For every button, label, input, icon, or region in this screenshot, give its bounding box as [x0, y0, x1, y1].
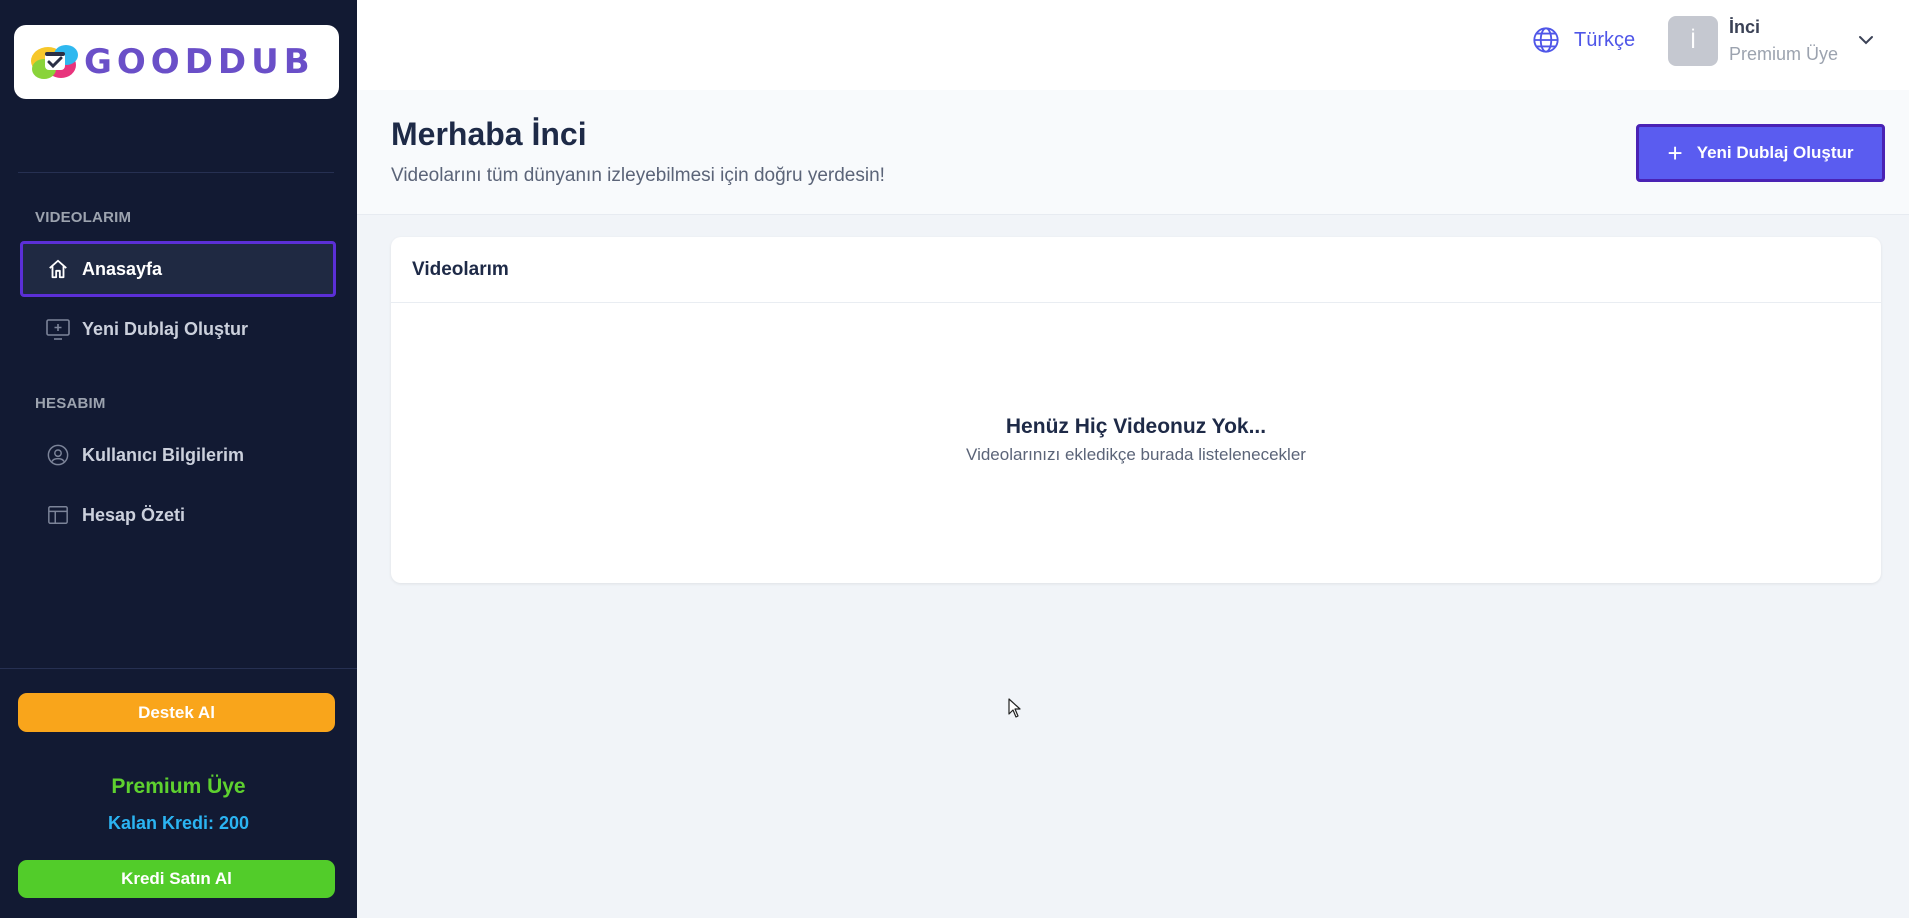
videos-card-title: Videolarım	[412, 259, 509, 280]
chevron-down-icon[interactable]	[1856, 30, 1876, 50]
mouse-cursor-icon	[1008, 698, 1022, 718]
globe-icon	[1532, 26, 1560, 54]
empty-state-subtitle: Videolarınızı ekledikçe burada listelene…	[966, 445, 1306, 464]
brand-logo[interactable]: GOODDUB	[14, 25, 339, 99]
empty-state-title: Henüz Hiç Videonuz Yok...	[1005, 415, 1267, 438]
plus-icon: +	[1667, 138, 1683, 168]
avatar[interactable]: İ	[1668, 16, 1718, 66]
new-dub-button-label: Yeni Dublaj Oluştur	[1696, 143, 1854, 162]
videos-card: Videolarım Henüz Hiç Videonuz Yok... Vid…	[391, 237, 1881, 583]
sidebar-section-videos: VIDEOLARIM	[35, 209, 132, 226]
monitor-plus-icon	[46, 317, 70, 341]
buy-credit-button[interactable]: Kredi Satın Al	[18, 860, 335, 898]
sidebar-item-label: Kullanıcı Bilgilerim	[82, 444, 245, 465]
table-icon	[46, 503, 70, 527]
remaining-credit-label: Kalan Kredi: 200	[107, 813, 250, 833]
sidebar-section-account: HESABIM	[35, 395, 106, 412]
language-selector[interactable]: Türkçe	[1532, 26, 1635, 54]
sidebar-divider	[18, 172, 334, 173]
sidebar-item-account-summary[interactable]: Hesap Özeti	[20, 487, 336, 543]
page-subtitle: Videolarını tüm dünyanın izleyebilmesi i…	[391, 165, 885, 186]
user-name[interactable]: İnci	[1729, 17, 1760, 38]
sidebar-bottom-divider	[0, 668, 357, 669]
logo-chat-bubbles-icon	[28, 39, 82, 85]
support-button[interactable]: Destek Al	[18, 693, 335, 732]
sidebar-item-label: Anasayfa	[82, 258, 163, 279]
user-circle-icon	[46, 443, 70, 467]
user-role: Premium Üye	[1729, 44, 1839, 64]
sidebar-item-new-dub[interactable]: Yeni Dublaj Oluştur	[20, 301, 336, 357]
card-divider	[391, 302, 1881, 303]
sidebar-item-home[interactable]: Anasayfa	[20, 241, 336, 297]
sidebar-item-label: Yeni Dublaj Oluştur	[82, 318, 249, 339]
sidebar: GOODDUB VIDEOLARIM Anasayfa Yeni Dublaj …	[0, 0, 357, 918]
home-icon	[46, 257, 70, 281]
sidebar-item-user-info[interactable]: Kullanıcı Bilgilerim	[20, 427, 336, 483]
brand-name: GOODDUB	[84, 42, 315, 82]
sidebar-item-label: Hesap Özeti	[82, 504, 186, 525]
language-label: Türkçe	[1574, 28, 1636, 51]
new-dub-button[interactable]: + Yeni Dublaj Oluştur	[1636, 124, 1885, 182]
membership-label: Premium Üye	[111, 775, 246, 798]
page-title: Merhaba İnci	[391, 116, 587, 152]
